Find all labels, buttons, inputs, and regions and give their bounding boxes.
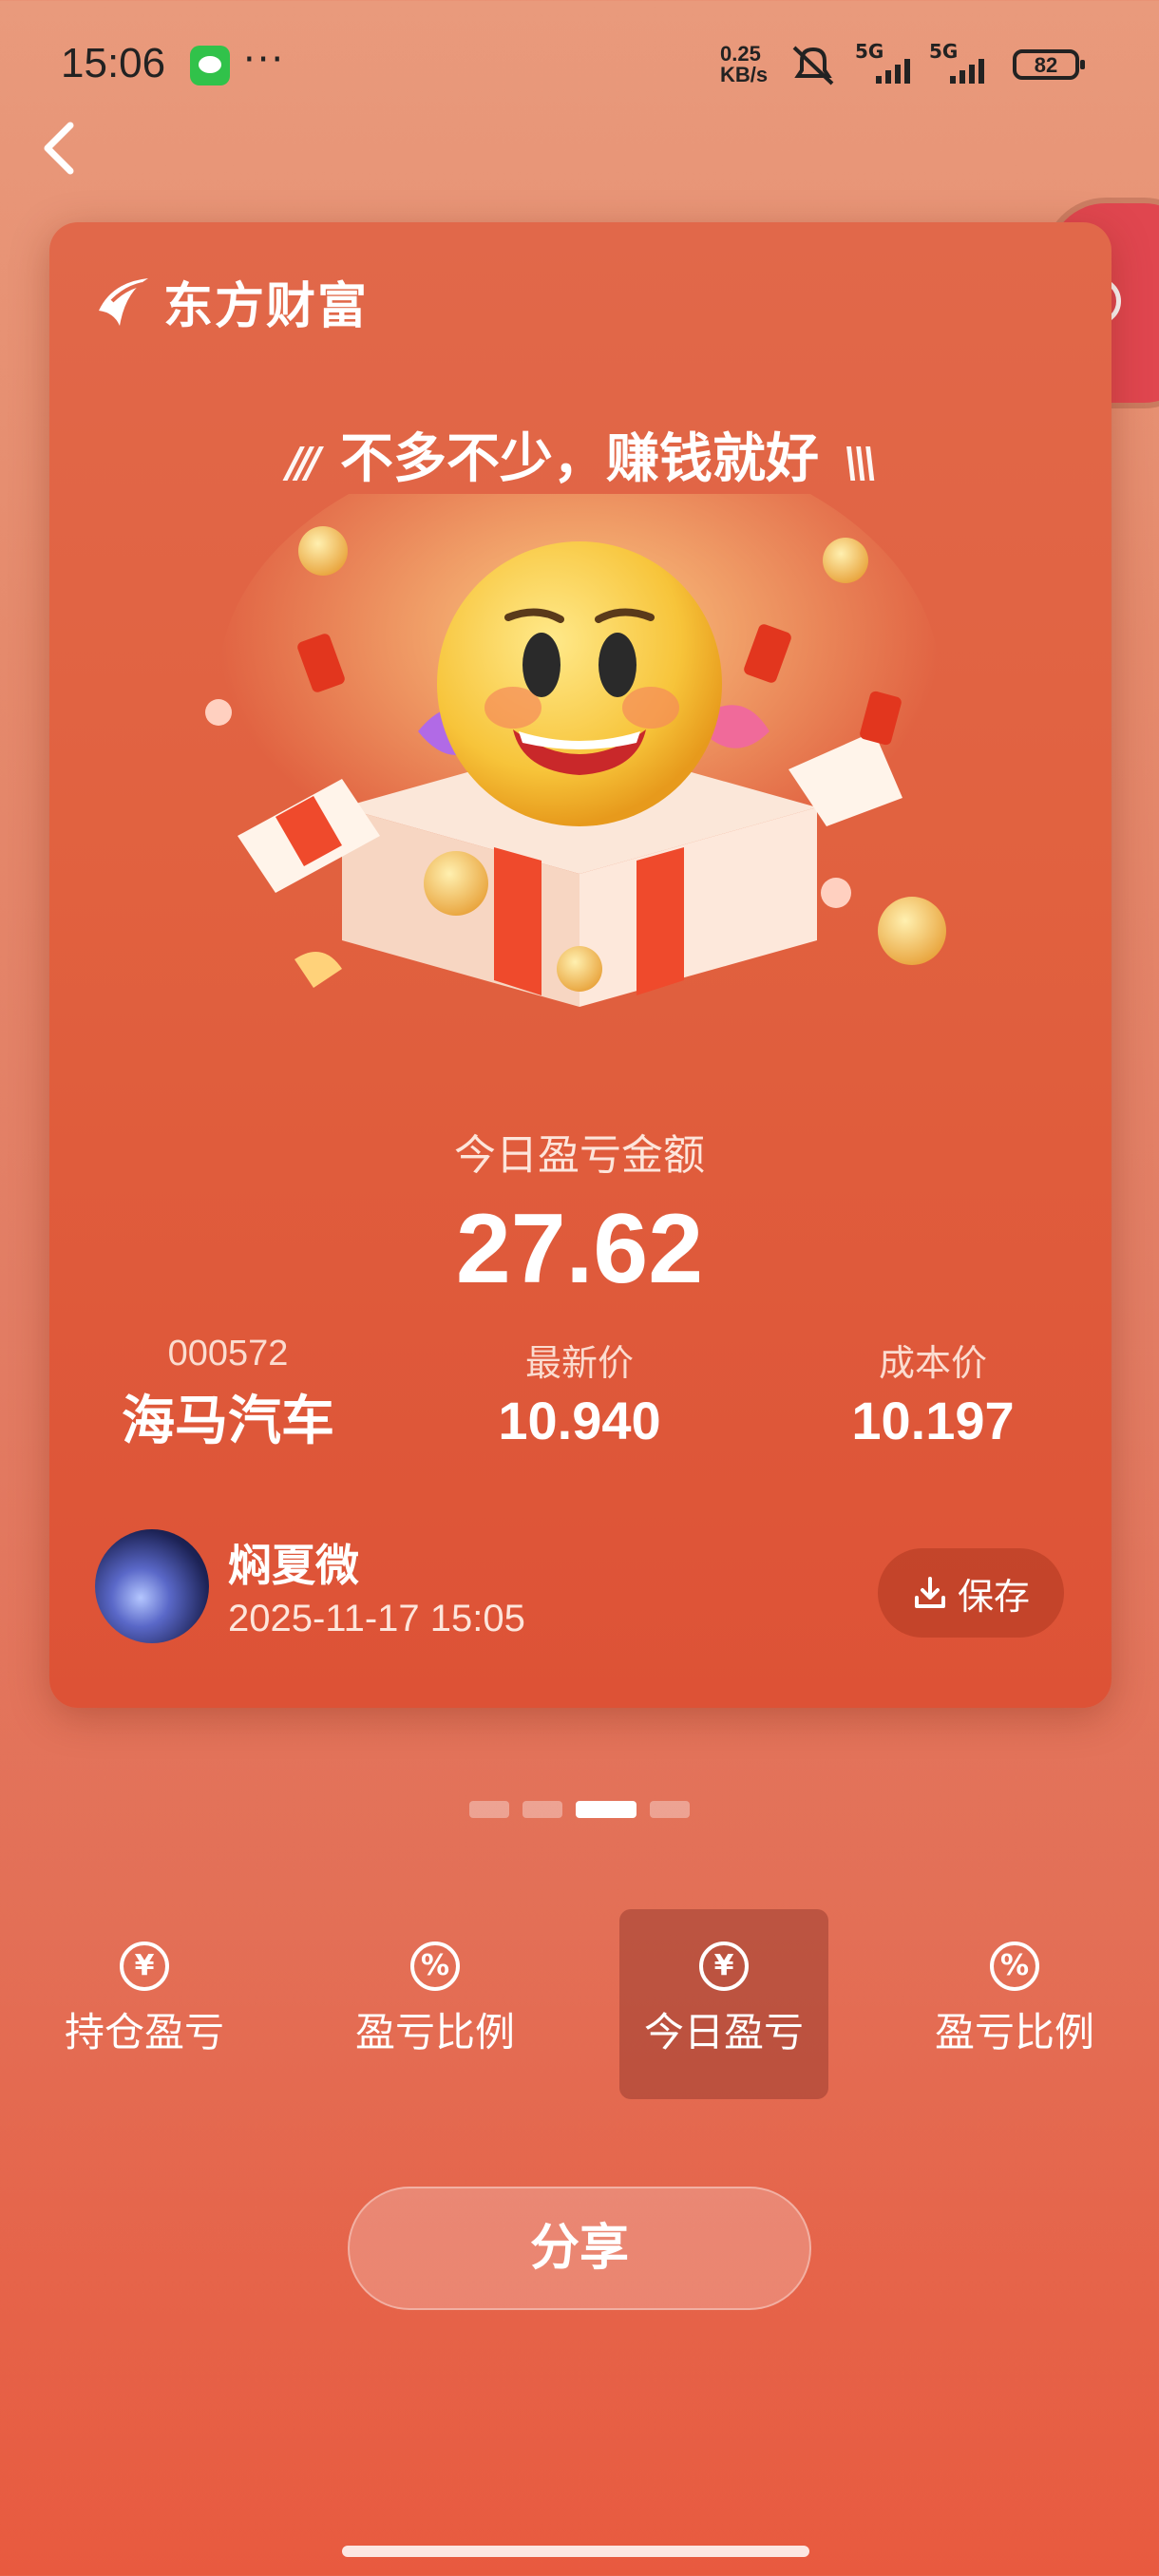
slogan-text: 不多不少，赚钱就好: [340, 428, 819, 490]
download-icon: [914, 1577, 945, 1608]
signal-bars-icon-2: [950, 59, 984, 84]
tab-label: 盈亏比例: [934, 2009, 1094, 2055]
pnl-value: 27.62: [455, 1194, 704, 1304]
status-time: 15:06: [61, 40, 166, 86]
cost-price-label: 成本价: [878, 1344, 987, 1384]
network-speed: 0.25 KB/s: [720, 44, 768, 85]
battery-icon: 82: [1013, 49, 1085, 80]
cost-price-info: 成本价 10.197: [809, 1334, 1056, 1451]
slogan-right-decoration-icon: \\\: [844, 439, 878, 487]
percent-circle-icon: %: [990, 1941, 1039, 1991]
more-notifications-icon: ···: [243, 38, 286, 82]
yen-circle-icon: ¥: [120, 1941, 169, 1991]
back-icon[interactable]: [38, 120, 80, 177]
latest-price-info: 最新价 10.940: [456, 1334, 703, 1451]
latest-price-label: 最新价: [524, 1344, 634, 1384]
wechat-notification-icon: [190, 46, 230, 85]
tab-label: 持仓盈亏: [64, 2009, 224, 2055]
net-speed-unit: KB/s: [720, 63, 769, 86]
page-dot: [522, 1801, 562, 1818]
smiley-gift-box-illustration: [205, 494, 946, 1007]
slogan-left-decoration-icon: ///: [286, 439, 321, 487]
page-dot: [469, 1801, 509, 1818]
tab-label: 盈亏比例: [354, 2009, 515, 2055]
page-dot: [650, 1801, 690, 1818]
pnl-label: 今日盈亏金额: [454, 1131, 705, 1180]
cost-price-value: 10.197: [851, 1391, 1015, 1450]
mute-bell-icon: [792, 46, 834, 85]
tab-today-pnl[interactable]: ¥ 今日盈亏: [619, 1909, 828, 2099]
avatar: [95, 1529, 209, 1643]
home-indicator[interactable]: [342, 2546, 809, 2557]
stock-info: 000572 海马汽车: [104, 1334, 352, 1455]
timestamp: 2025-11-17 15:05: [228, 1598, 525, 1639]
save-button[interactable]: 保存: [878, 1548, 1064, 1638]
yen-circle-icon: ¥: [699, 1941, 749, 1991]
brand-mark-icon: [99, 277, 148, 326]
user-name: 焖夏微: [228, 1540, 359, 1591]
brand-logo: 东方财富: [93, 266, 369, 337]
tab-pnl-ratio-2[interactable]: % 盈亏比例: [910, 1909, 1119, 2099]
latest-price-value: 10.940: [498, 1391, 661, 1450]
brand-name: 东方财富: [163, 278, 370, 335]
stock-name: 海马汽车: [122, 1391, 334, 1450]
signal-bars-icon-1: [876, 59, 910, 84]
page-dot-active: [576, 1801, 636, 1818]
slogan: /// 不多不少，赚钱就好 \\\: [0, 416, 1159, 493]
stock-code: 000572: [167, 1334, 289, 1373]
save-label: 保存: [957, 1575, 1030, 1618]
percent-circle-icon: %: [410, 1941, 460, 1991]
page-indicator: [469, 1801, 690, 1818]
tab-label: 今日盈亏: [643, 2009, 804, 2055]
tab-holding-pnl[interactable]: ¥ 持仓盈亏: [40, 1909, 249, 2099]
tab-pnl-ratio[interactable]: % 盈亏比例: [331, 1909, 540, 2099]
net-speed-value: 0.25: [720, 42, 761, 66]
share-button[interactable]: 分享: [348, 2187, 811, 2310]
